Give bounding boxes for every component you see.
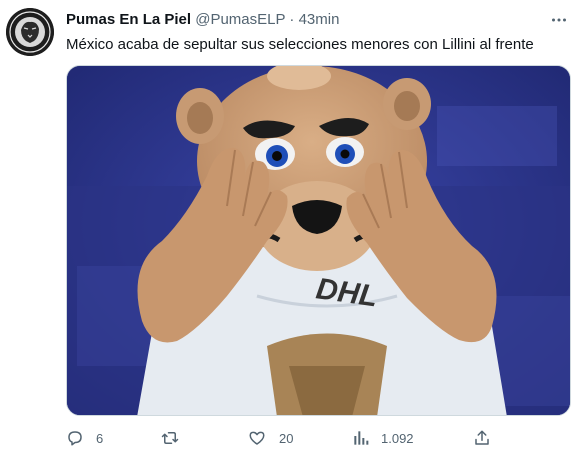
retweet-icon <box>161 432 179 444</box>
tweet[interactable]: Pumas En La Piel @PumasELP · 43min Méxic… <box>0 0 584 455</box>
tweet-actions: 6 20 1.092 <box>66 428 496 448</box>
like-button[interactable]: 20 <box>247 428 293 448</box>
pumas-mascot-photo-icon: DHL <box>67 66 570 415</box>
retweet-button[interactable] <box>160 428 192 448</box>
like-count: 20 <box>279 430 294 446</box>
reply-icon <box>68 431 82 446</box>
views-button[interactable]: 1.092 <box>353 428 414 448</box>
author-name[interactable]: Pumas En La Piel <box>66 11 191 28</box>
share-icon <box>475 430 489 445</box>
heart-icon <box>249 431 265 445</box>
reply-button[interactable]: 6 <box>66 428 103 448</box>
separator-dot: · <box>289 11 295 28</box>
author-handle[interactable]: @PumasELP <box>195 11 285 28</box>
more-horizontal-icon <box>552 18 566 22</box>
more-options-button[interactable] <box>548 9 570 31</box>
views-icon <box>354 431 369 445</box>
author-avatar[interactable] <box>6 8 54 56</box>
tweet-timestamp[interactable]: 43min <box>299 11 340 28</box>
tweet-text: México acaba de sepultar sus selecciones… <box>66 36 534 53</box>
views-count: 1.092 <box>381 430 414 446</box>
tweet-media-image[interactable]: DHL <box>66 65 571 416</box>
tweet-header: Pumas En La Piel @PumasELP · 43min <box>66 11 339 29</box>
reply-count: 6 <box>96 430 104 446</box>
pumas-logo-icon <box>6 8 54 56</box>
share-button[interactable] <box>473 428 491 448</box>
